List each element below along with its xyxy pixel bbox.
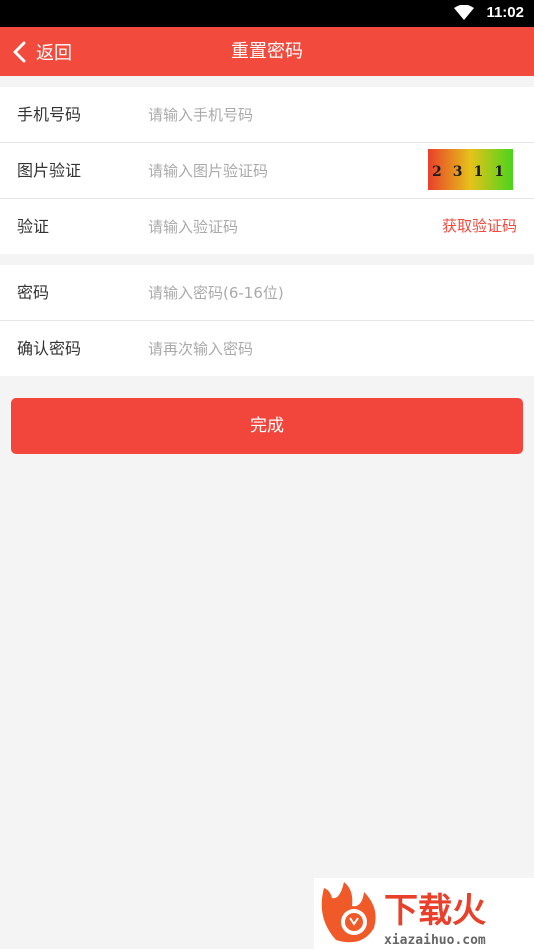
status-bar: 11:02: [0, 0, 534, 27]
image-captcha-label: 图片验证: [17, 161, 82, 180]
password-label: 密码: [17, 283, 50, 302]
confirm-password-label: 确认密码: [17, 339, 82, 358]
watermark-brand: 下载火: [384, 891, 486, 931]
sms-code-label: 验证: [17, 217, 50, 236]
back-button[interactable]: 返回: [12, 27, 72, 76]
password-group: 密码 确认密码: [0, 265, 534, 376]
password-row: 密码: [0, 265, 534, 321]
back-label: 返回: [36, 42, 72, 64]
watermark-domain: xiazaihuo.com: [384, 933, 486, 948]
verification-group: 手机号码 图片验证 2311 验证 获取验证码: [0, 87, 534, 254]
phone-input[interactable]: [148, 99, 408, 130]
sms-code-input[interactable]: [148, 211, 388, 242]
wifi-icon: [454, 5, 474, 20]
sms-code-row: 验证 获取验证码: [0, 199, 534, 254]
page-title: 重置密码: [231, 41, 303, 62]
status-time: 11:02: [486, 4, 524, 21]
chevron-left-icon: [13, 41, 26, 62]
watermark-logo: 下载火 xiazaihuo.com: [314, 878, 534, 949]
image-captcha-row: 图片验证 2311: [0, 143, 534, 199]
submit-button[interactable]: 完成: [11, 398, 523, 454]
app-bar: 返回 重置密码: [0, 27, 534, 76]
get-code-button[interactable]: 获取验证码: [442, 199, 517, 254]
captcha-image[interactable]: 2311: [428, 149, 513, 190]
confirm-password-input[interactable]: [148, 333, 508, 364]
password-input[interactable]: [148, 277, 508, 308]
captcha-text: 2311: [432, 164, 513, 180]
phone-row: 手机号码: [0, 87, 534, 143]
image-captcha-input[interactable]: [148, 155, 398, 186]
confirm-password-row: 确认密码: [0, 321, 534, 376]
phone-label: 手机号码: [17, 105, 82, 124]
